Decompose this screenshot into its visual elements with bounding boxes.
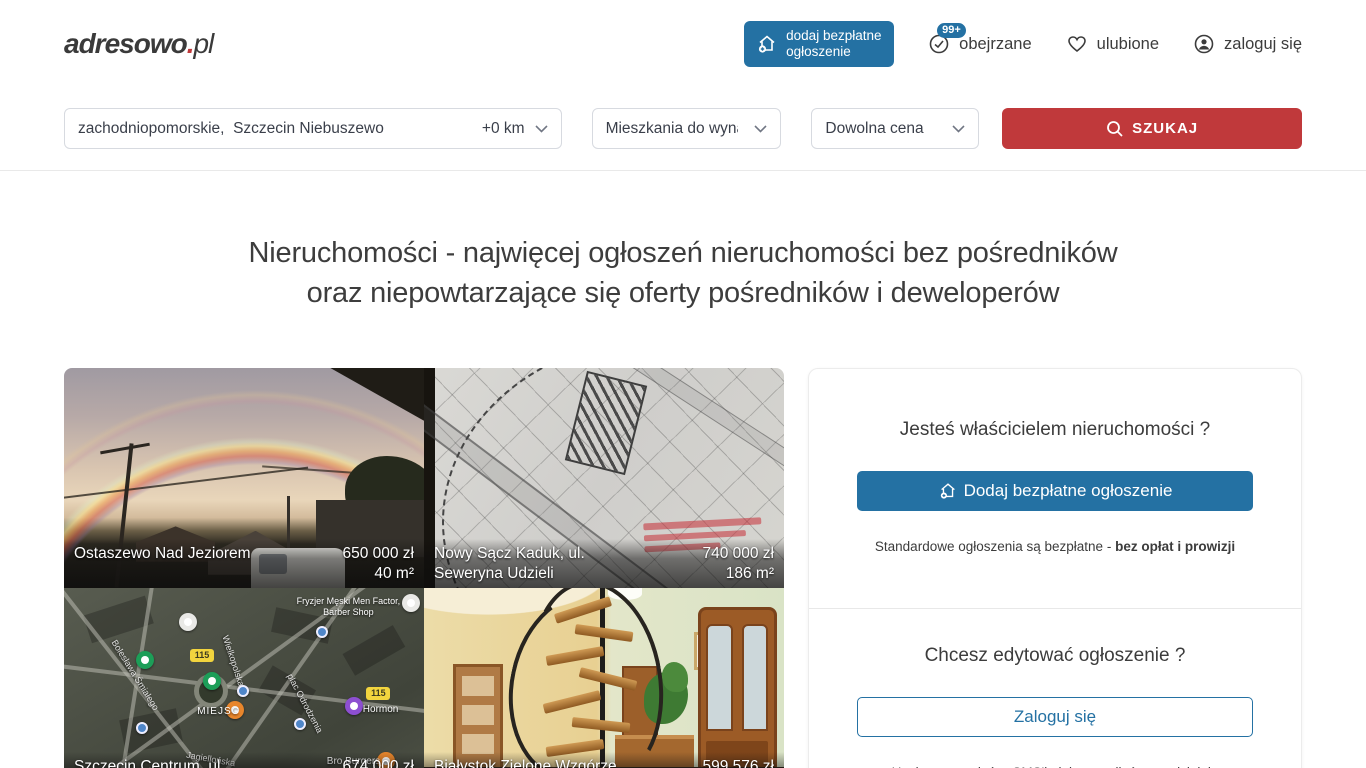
route-shield: 115 <box>190 649 214 662</box>
search-button[interactable]: SZUKAJ <box>1002 108 1302 149</box>
category-select[interactable]: Mieszkania do wynajęcia <box>592 108 782 149</box>
listing-name: Nowy Sącz Kaduk, ul. Seweryna Udzieli <box>434 544 612 584</box>
user-circle-icon <box>1193 33 1215 55</box>
search-icon <box>1106 120 1124 138</box>
owner-note-text: Standardowe ogłoszenia są bezpłatne - <box>875 539 1115 554</box>
map-marker-purple <box>345 697 363 715</box>
category-value: Mieszkania do wynajęcia <box>606 120 738 138</box>
listing-caption: Ostaszewo Nad Jeziorem 650 000 zł 40 m² <box>64 539 424 588</box>
map-poi-label: Hormon <box>363 704 399 715</box>
price-select[interactable]: Dowolna cena <box>811 108 979 149</box>
route-shield: 115 <box>366 687 390 700</box>
listing-price: 740 000 zł <box>702 544 774 564</box>
chevron-down-icon <box>952 125 965 133</box>
map-marker-green <box>203 672 221 690</box>
listing-name: Białystok Zielone Wzgórze <box>434 757 617 768</box>
heart-icon <box>1066 33 1088 55</box>
map-poi-label: MIEJSC <box>197 706 240 717</box>
listing-card[interactable]: Białystok Zielone Wzgórze 599 576 zł <box>424 588 784 768</box>
listing-area: 40 m² <box>342 564 414 584</box>
map-poi-label: Fryzjer Męski Men Factor, Barber Shop <box>294 596 402 618</box>
sidebar-login-button[interactable]: Zaloguj się <box>857 697 1253 737</box>
map-marker-blue <box>237 685 249 697</box>
search-band: zachodniopomorskie, Szczecin Niebuszewo … <box>0 108 1366 171</box>
house-add-icon <box>756 33 778 55</box>
owner-panel: Jesteś właścicielem nieruchomości ? Doda… <box>809 369 1301 608</box>
viewed-label: obejrzane <box>959 35 1031 54</box>
owner-sidebar: Jesteś właścicielem nieruchomości ? Doda… <box>808 368 1302 768</box>
page-title-line2: oraz niepowtarzające się oferty pośredni… <box>64 273 1302 313</box>
site-logo[interactable]: adresowo.pl <box>64 28 213 60</box>
owner-heading: Jesteś właścicielem nieruchomości ? <box>857 419 1253 441</box>
viewed-link[interactable]: 99+ obejrzane <box>928 33 1031 55</box>
listings-grid: Ostaszewo Nad Jeziorem 650 000 zł 40 m² … <box>64 368 784 768</box>
search-row: zachodniopomorskie, Szczecin Niebuszewo … <box>64 108 1302 149</box>
location-input[interactable]: zachodniopomorskie, Szczecin Niebuszewo … <box>64 108 562 149</box>
price-value: Dowolna cena <box>825 120 923 138</box>
map-marker-blue <box>294 718 306 730</box>
radius-value: +0 km <box>482 120 525 138</box>
edit-panel: Chcesz edytować ogłoszenie ? Zaloguj się… <box>809 608 1301 768</box>
listing-caption: Nowy Sącz Kaduk, ul. Seweryna Udzieli 74… <box>424 539 784 588</box>
search-button-label: SZUKAJ <box>1132 120 1198 137</box>
listing-price: 599 576 zł <box>702 757 774 768</box>
top-header: adresowo.pl dodaj bezpłatne ogłoszenie 9… <box>0 0 1366 88</box>
listing-card[interactable]: Wielkopolska Jagiellońska plac Odrodzeni… <box>64 588 424 768</box>
logo-text-tld: pl <box>193 28 213 59</box>
chevron-down-icon <box>754 125 767 133</box>
listing-price: 650 000 zł <box>342 544 414 564</box>
listing-name: Ostaszewo Nad Jeziorem <box>74 544 251 584</box>
favorites-label: ulubione <box>1097 35 1159 54</box>
favorites-link[interactable]: ulubione <box>1066 33 1159 55</box>
map-marker-white <box>402 594 420 612</box>
map-marker-white <box>179 613 197 631</box>
login-label: zaloguj się <box>1224 35 1302 54</box>
listing-photo-map: Wielkopolska Jagiellońska plac Odrodzeni… <box>64 588 424 768</box>
listing-photo-interior <box>424 588 784 768</box>
sidebar-login-label: Zaloguj się <box>1014 707 1096 727</box>
login-link[interactable]: zaloguj się <box>1193 33 1302 55</box>
header-nav: dodaj bezpłatne ogłoszenie 99+ obejrzane… <box>744 21 1302 67</box>
radius-select[interactable]: +0 km <box>482 120 548 138</box>
house-add-icon <box>938 481 958 501</box>
edit-heading: Chcesz edytować ogłoszenie ? <box>857 645 1253 667</box>
sidebar-add-listing-label: Dodaj bezpłatne ogłoszenie <box>964 481 1173 501</box>
viewed-count-badge: 99+ <box>937 23 966 38</box>
page-title-line1: Nieruchomości - najwięcej ogłoszeń nieru… <box>64 233 1302 273</box>
listing-area: 186 m² <box>702 564 774 584</box>
listing-card[interactable]: Nowy Sącz Kaduk, ul. Seweryna Udzieli 74… <box>424 368 784 588</box>
logo-text-main: adresowo <box>64 28 187 59</box>
add-listing-button[interactable]: dodaj bezpłatne ogłoszenie <box>744 21 894 67</box>
listing-caption: Szczecin Centrum, ul. 674 000 zł <box>64 752 424 768</box>
chevron-down-icon <box>535 125 548 133</box>
map-marker-green <box>136 651 154 669</box>
owner-note-bold: bez opłat i prowizji <box>1115 539 1235 554</box>
main-content: Nieruchomości - najwięcej ogłoszeń nieru… <box>0 233 1366 768</box>
listing-caption: Białystok Zielone Wzgórze 599 576 zł <box>424 752 784 768</box>
location-value: zachodniopomorskie, Szczecin Niebuszewo <box>78 120 384 138</box>
listing-name: Szczecin Centrum, ul. <box>74 757 225 768</box>
page-title: Nieruchomości - najwięcej ogłoszeń nieru… <box>64 233 1302 313</box>
add-listing-label: dodaj bezpłatne ogłoszenie <box>786 28 882 60</box>
owner-note: Standardowe ogłoszenia są bezpłatne - be… <box>857 539 1253 554</box>
sidebar-add-listing-button[interactable]: Dodaj bezpłatne ogłoszenie <box>857 471 1253 511</box>
map-marker-blue <box>316 626 328 638</box>
listing-price: 674 000 zł <box>342 757 414 768</box>
listing-card[interactable]: Ostaszewo Nad Jeziorem 650 000 zł 40 m² <box>64 368 424 588</box>
